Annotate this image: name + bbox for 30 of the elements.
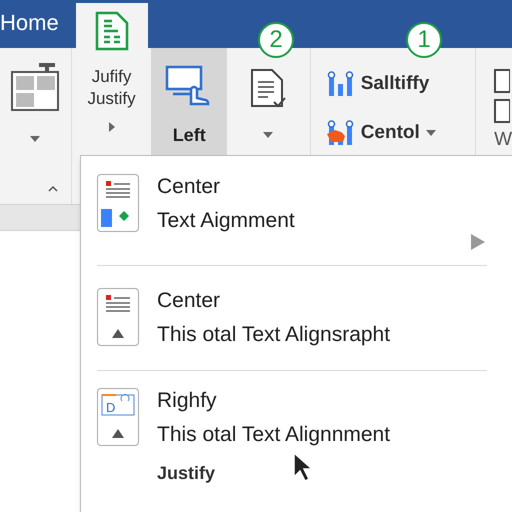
caret-icon	[48, 184, 58, 194]
triangle-icon	[112, 429, 124, 438]
bar-chart-icon	[326, 120, 355, 146]
ribbon-small-button[interactable]: Centol	[326, 118, 476, 147]
menu-item-subtitle: This otal Text Alignnment	[157, 423, 390, 447]
bar-chart-icon	[326, 71, 355, 98]
menu-item[interactable]: D Righfy This otal Text Alignnment	[97, 388, 487, 454]
menu-item-subtitle: Text Aigmment	[157, 209, 295, 233]
submenu-arrow-icon	[471, 234, 485, 250]
document-check-icon[interactable]	[248, 68, 288, 110]
menu-item-title: Center	[157, 289, 222, 313]
justify-button[interactable]: Jufify Justify	[74, 66, 150, 110]
ribbon-small-button[interactable]: Salltiffy	[326, 70, 476, 98]
menu-item[interactable]: Center Text Aigmment	[97, 174, 487, 266]
menu-item-icon	[97, 288, 139, 346]
caret-icon	[30, 134, 40, 144]
caret-icon	[426, 128, 436, 138]
left-button[interactable]: Left	[151, 48, 228, 155]
ribbon-tab[interactable]: Home	[0, 2, 76, 48]
menu-footer-label: Justify	[157, 462, 216, 485]
caret-icon	[106, 122, 117, 132]
menu-item-subtitle: This otal Text Alignsrapht	[157, 323, 390, 347]
menu-item[interactable]: Center This otal Text Alignsrapht	[97, 288, 487, 371]
layout-gallery-icon[interactable]	[9, 62, 62, 112]
menu-item-title: Center	[157, 175, 222, 199]
ribbon-label: W	[494, 128, 512, 152]
icon-letter: D	[106, 400, 116, 415]
menu-item-title: Righfy	[157, 389, 218, 413]
ribbon-tab[interactable]	[76, 3, 148, 48]
menu-item-icon	[97, 174, 139, 232]
